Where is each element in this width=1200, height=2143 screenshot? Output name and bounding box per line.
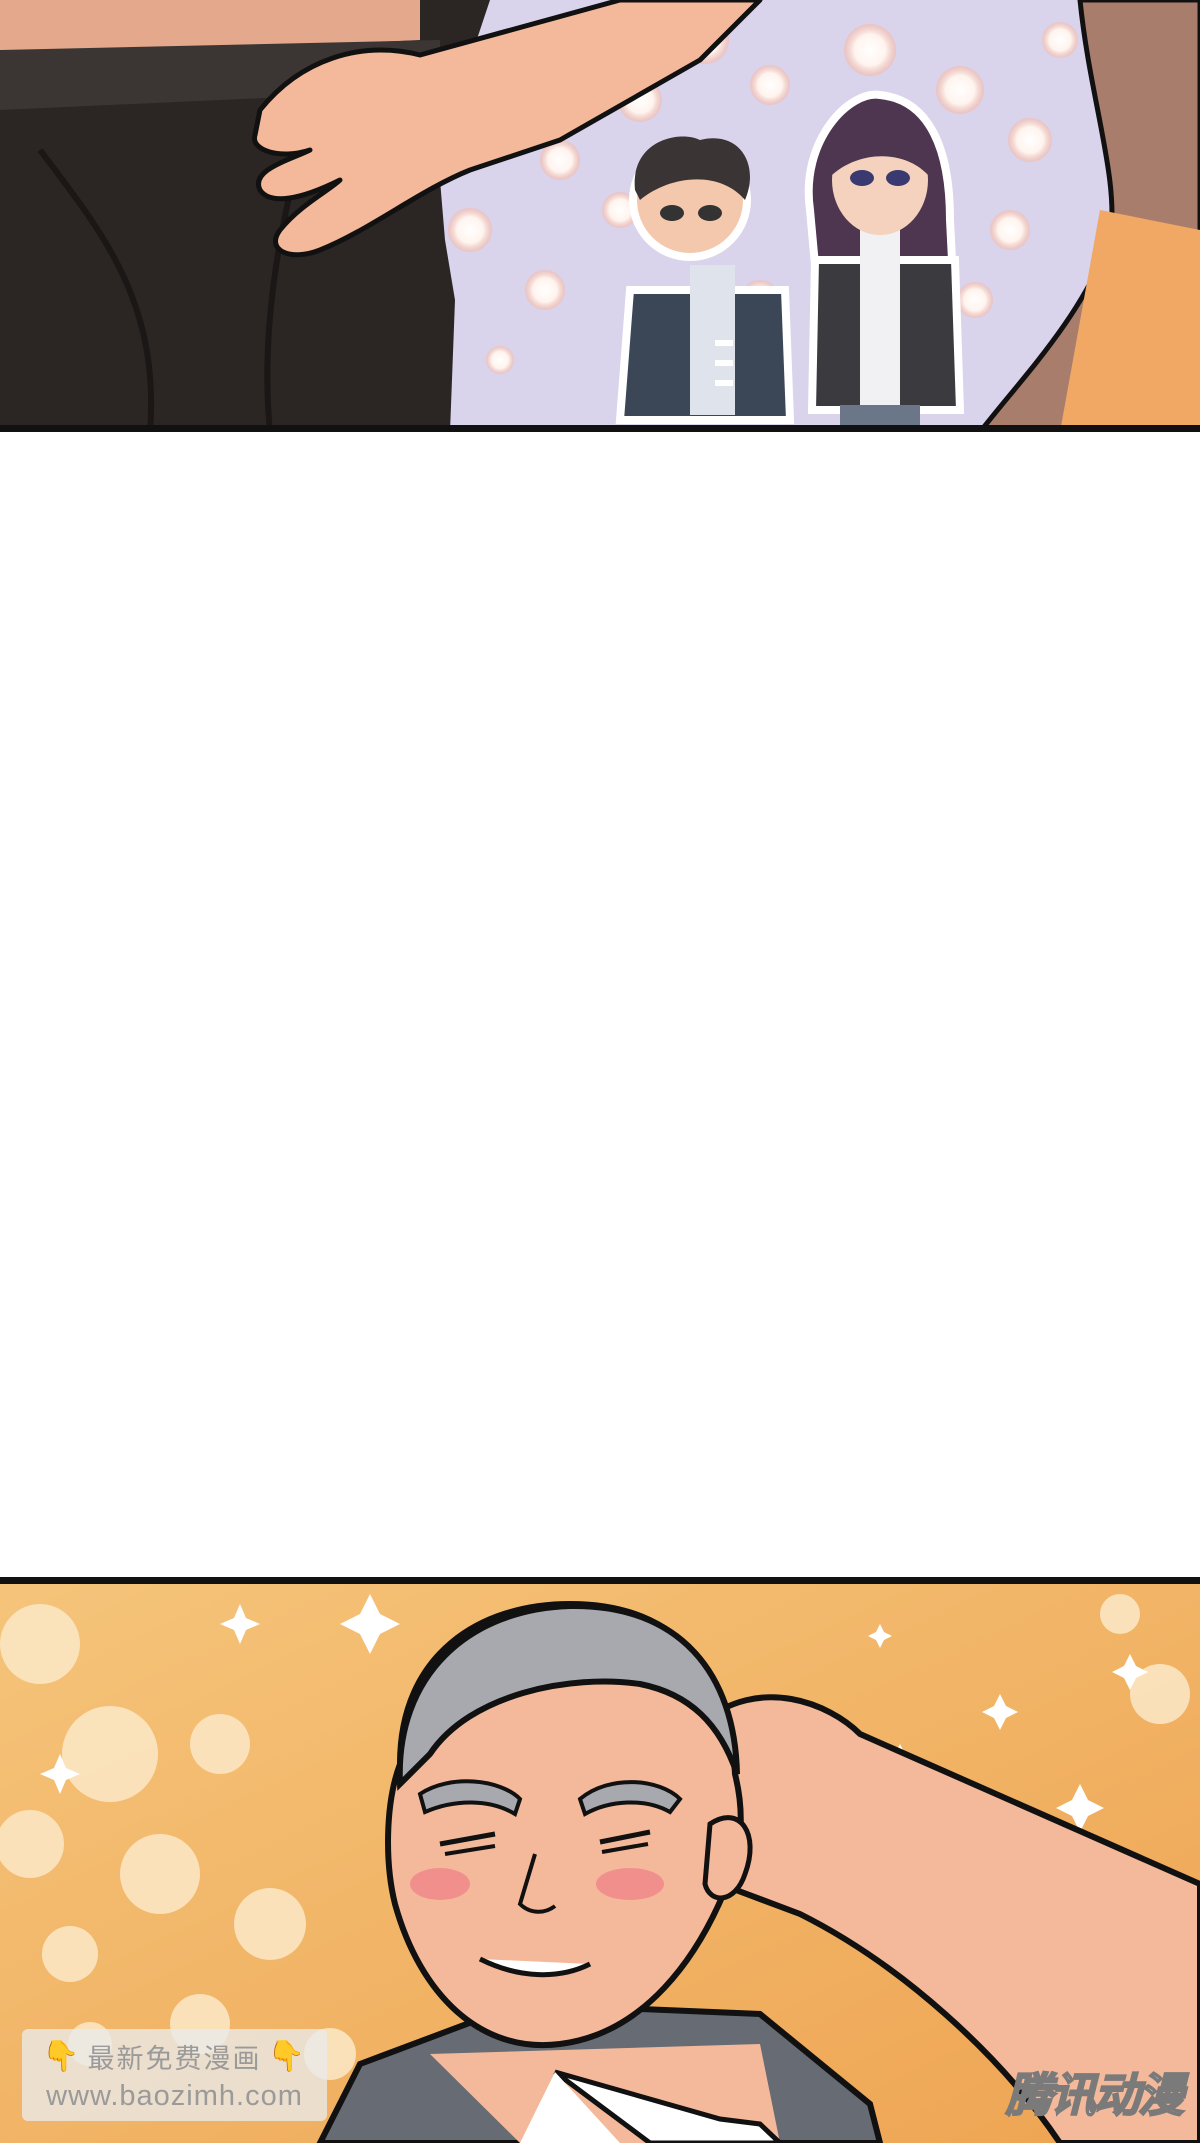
- watermark-banner: 👇 最新免费漫画 👇 www.baozimh.com: [22, 2029, 327, 2121]
- pointing-down-icon: 👇: [267, 2039, 307, 2074]
- chibi-boy: [615, 136, 795, 424]
- comic-panel-bottom: 👇 最新免费漫画 👇 www.baozimh.com 腾讯动漫: [0, 1584, 1200, 2143]
- panel-gutter: [0, 432, 1200, 1577]
- comic-panel-top: [0, 0, 1200, 432]
- brand-logo: 腾讯动漫: [1005, 2067, 1185, 2123]
- watermark-title: 最新免费漫画: [87, 2044, 262, 2075]
- chibi-girl: [804, 90, 965, 432]
- pointing-down-icon: 👇: [42, 2039, 82, 2074]
- panel-divider-top: [0, 425, 1200, 432]
- panel-top-artwork: [0, 0, 1200, 432]
- panel-divider-bottom: [0, 1577, 1200, 1584]
- watermark-title-row: 👇 最新免费漫画 👇: [42, 2037, 307, 2076]
- watermark-url: www.baozimh.com: [46, 2080, 303, 2112]
